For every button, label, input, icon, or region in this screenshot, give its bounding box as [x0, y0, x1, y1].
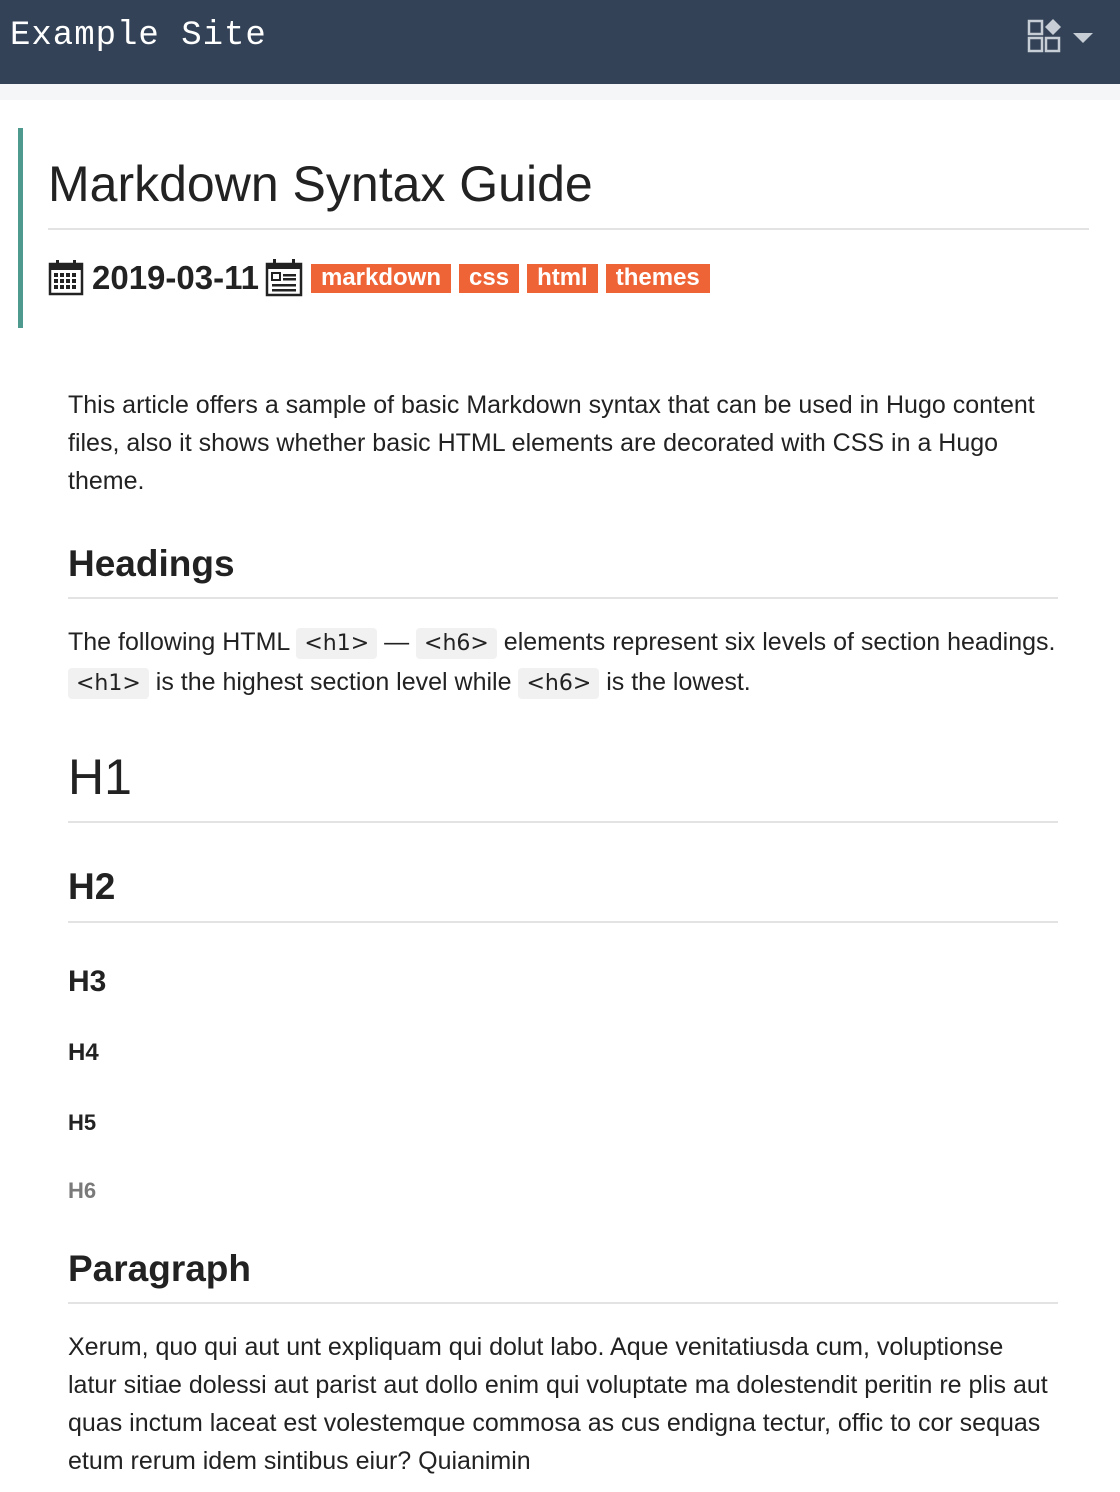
inline-code: <h1> — [68, 668, 149, 699]
post-content: This article offers a sample of basic Ma… — [68, 386, 1058, 1480]
demo-heading-h6: H6 — [68, 1178, 97, 1203]
post-date: 2019-03-11 — [92, 259, 259, 296]
demo-heading-h4: H4 — [68, 1039, 99, 1066]
headings-section-title: Headings — [68, 543, 1058, 599]
inline-code: <h1> — [296, 628, 378, 659]
demo-heading-h5: H5 — [68, 1110, 97, 1135]
post-title: Markdown Syntax Guide — [48, 156, 593, 212]
post-header: Markdown Syntax Guide 2019-03-11 markdow… — [18, 128, 1089, 328]
tag-list-icon — [265, 259, 303, 297]
site-title-link[interactable]: Example Site — [10, 14, 267, 58]
navbar: Example Site — [0, 0, 1120, 84]
title-divider — [48, 228, 1089, 230]
inline-code: <h6> — [518, 668, 600, 699]
menu-toggle-button[interactable] — [1026, 16, 1102, 60]
demo-heading-h1: H1 — [68, 747, 1058, 823]
paragraph-body: Xerum, quo qui aut unt expliquam qui dol… — [68, 1333, 1048, 1475]
demo-heading-h3: H3 — [68, 965, 107, 998]
post-meta: 2019-03-11 markdown css html themes — [48, 256, 718, 300]
calendar-icon — [48, 260, 84, 296]
text-run: is the highest section level while — [148, 668, 519, 696]
tag-css[interactable]: css — [459, 263, 520, 293]
text-run: — — [377, 628, 417, 656]
tag-markdown[interactable]: markdown — [310, 263, 452, 293]
tag-themes[interactable]: themes — [605, 263, 710, 293]
text-run: is the lowest. — [599, 668, 751, 696]
headings-paragraph: The following HTML <h1> — <h6> elements … — [68, 623, 1058, 703]
inline-code: <h6> — [416, 628, 497, 659]
text-run: elements represent six levels of section… — [496, 628, 1056, 656]
caret-down-icon — [1072, 31, 1094, 45]
tag-list: markdown css html themes — [310, 263, 718, 293]
apps-grid-icon — [1026, 18, 1066, 58]
demo-heading-h2: H2 — [68, 865, 1058, 923]
paragraph-section-title: Paragraph — [68, 1248, 1058, 1304]
tag-html[interactable]: html — [527, 263, 598, 293]
navbar-shadow — [0, 84, 1120, 100]
text-run: The following HTML — [68, 628, 297, 656]
intro-paragraph: This article offers a sample of basic Ma… — [68, 391, 1035, 495]
